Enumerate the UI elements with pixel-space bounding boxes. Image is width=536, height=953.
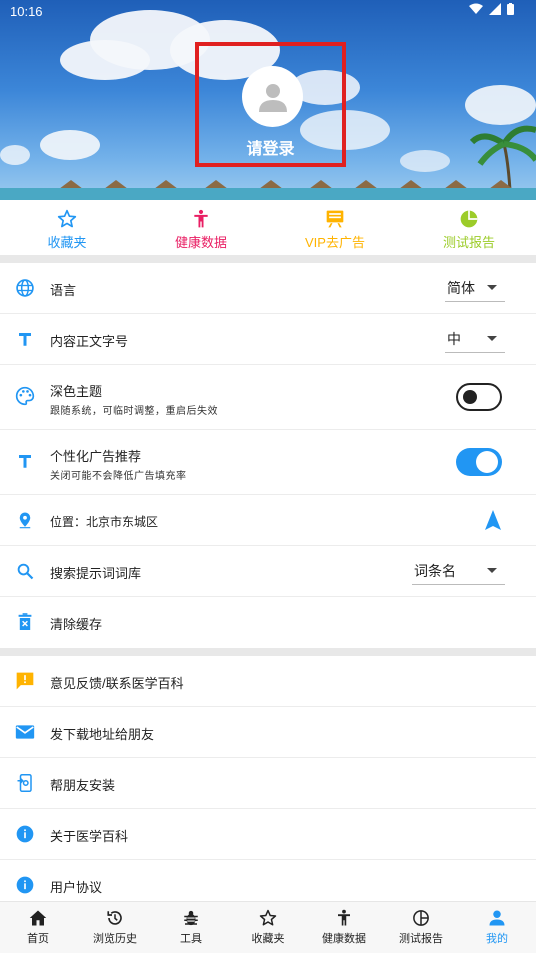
- account-icon: [489, 910, 505, 926]
- quick-vip-no-ads[interactable]: VIP去广告: [268, 208, 402, 251]
- nav-favorites-label: 收藏夹: [251, 933, 285, 945]
- pie-chart-icon: [460, 210, 478, 228]
- quick-health-label: 健康数据: [174, 235, 227, 250]
- setting-font-size: 内容正文字号 中: [0, 314, 536, 365]
- bottom-navigation: 首页 浏览历史 工具 收藏夹 健康数据 测试报告 我的: [0, 901, 536, 953]
- user-agreement-label: 用户协议: [50, 880, 103, 895]
- toggle-knob: [476, 451, 498, 473]
- search-lexicon-value: 词条名: [414, 563, 456, 579]
- trash-icon: [18, 613, 32, 630]
- link-share-download[interactable]: 发下载地址给朋友: [0, 707, 536, 758]
- nav-home[interactable]: 首页: [0, 908, 76, 946]
- personal-ads-sub: 关闭可能不会降低广告填充率: [50, 471, 187, 482]
- quick-vip-label: VIP去广告: [305, 235, 365, 250]
- search-lexicon-select[interactable]: 词条名: [412, 557, 505, 585]
- setting-clear-cache[interactable]: 清除缓存: [0, 597, 536, 648]
- avatar[interactable]: [242, 66, 303, 127]
- ad-board-icon: [326, 210, 344, 228]
- wifi-icon: [469, 3, 483, 14]
- about-label: 关于医学百科: [50, 829, 129, 844]
- chevron-down-icon: [487, 285, 497, 290]
- nav-health-data[interactable]: 健康数据: [306, 908, 382, 946]
- nav-health-label: 健康数据: [322, 933, 366, 945]
- personal-ads-label: 个性化广告推荐: [50, 449, 142, 464]
- search-lexicon-label: 搜索提示词词库: [50, 566, 142, 581]
- status-time: 10:16: [10, 4, 43, 19]
- nav-home-label: 首页: [27, 933, 49, 945]
- setting-location[interactable]: 位置：北京市东城区: [0, 495, 536, 546]
- person-icon: [338, 909, 350, 926]
- star-outline-icon: [57, 209, 77, 228]
- personal-ads-toggle[interactable]: [456, 448, 502, 476]
- location-pin-icon: [19, 512, 31, 529]
- chevron-down-icon: [487, 568, 497, 573]
- quick-favorites-label: 收藏夹: [47, 235, 87, 250]
- battery-icon: [507, 3, 514, 15]
- mail-icon: [15, 725, 35, 739]
- setting-personal-ads: 个性化广告推荐 关闭可能不会降低广告填充率: [0, 430, 536, 495]
- section-divider: [0, 648, 536, 656]
- quick-actions-bar: 收藏夹 健康数据 VIP去广告 测试报告: [0, 200, 536, 256]
- location-label: 位置：北京市东城区: [50, 515, 159, 529]
- language-select[interactable]: 简体: [445, 274, 505, 302]
- chart-circle-icon: [413, 910, 429, 926]
- history-icon: [107, 911, 122, 925]
- quick-health-data[interactable]: 健康数据: [134, 208, 268, 251]
- search-icon: [17, 563, 34, 580]
- login-button[interactable]: 请登录: [195, 135, 346, 159]
- font-size-value: 中: [447, 331, 461, 347]
- quick-favorites[interactable]: 收藏夹: [0, 208, 134, 251]
- person-icon: [194, 209, 208, 228]
- setting-language: 语言 简体: [0, 263, 536, 314]
- font-size-label: 内容正文字号: [50, 334, 129, 349]
- quick-test-label: 测试报告: [442, 235, 495, 250]
- info-icon: [16, 825, 34, 843]
- globe-icon: [16, 279, 34, 297]
- feedback-label: 意见反馈/联系医学百科: [50, 676, 184, 691]
- nav-history-label: 浏览历史: [93, 933, 137, 945]
- quick-test-report[interactable]: 测试报告: [402, 208, 536, 251]
- share-download-label: 发下载地址给朋友: [50, 727, 155, 742]
- nav-tools-label: 工具: [180, 933, 202, 945]
- nav-tools[interactable]: 工具: [153, 908, 229, 946]
- nav-mine-label: 我的: [486, 933, 508, 945]
- font-size-select[interactable]: 中: [445, 325, 505, 353]
- signal-icon: [489, 3, 501, 15]
- palette-icon: [15, 386, 35, 406]
- link-feedback[interactable]: 意见反馈/联系医学百科: [0, 656, 536, 707]
- dark-theme-label: 深色主题: [50, 384, 103, 399]
- language-label: 语言: [50, 283, 77, 298]
- toggle-knob: [463, 390, 477, 404]
- default-avatar-icon: [258, 83, 287, 112]
- setting-search-lexicon: 搜索提示词词库 词条名: [0, 546, 536, 597]
- nav-history[interactable]: 浏览历史: [77, 908, 153, 946]
- phone-sync-icon: [17, 774, 32, 792]
- chevron-down-icon: [487, 336, 497, 341]
- nav-favorites[interactable]: 收藏夹: [230, 908, 306, 946]
- clear-cache-label: 清除缓存: [50, 617, 103, 632]
- link-user-agreement[interactable]: 用户协议: [0, 860, 536, 901]
- nav-mine[interactable]: 我的: [459, 908, 535, 946]
- feedback-icon: [16, 672, 34, 690]
- help-install-label: 帮朋友安装: [50, 778, 116, 793]
- bug-icon: [184, 910, 198, 926]
- dark-theme-sub: 跟随系统，可临时调整，重启后失效: [50, 406, 218, 417]
- dark-theme-toggle[interactable]: [456, 383, 502, 411]
- language-value: 简体: [447, 280, 475, 296]
- status-bar: 10:16: [0, 0, 536, 24]
- link-help-install[interactable]: 帮朋友安装: [0, 758, 536, 809]
- text-size-icon: [19, 333, 31, 346]
- navigation-arrow-icon[interactable]: [485, 510, 501, 530]
- home-icon: [29, 910, 47, 926]
- info-icon: [16, 876, 34, 894]
- nav-test-label: 测试报告: [399, 933, 443, 945]
- nav-test-report[interactable]: 测试报告: [383, 908, 459, 946]
- link-about[interactable]: 关于医学百科: [0, 809, 536, 860]
- setting-dark-theme: 深色主题 跟随系统，可临时调整，重启后失效: [0, 365, 536, 430]
- text-icon: [19, 455, 31, 468]
- star-outline-icon: [259, 909, 277, 926]
- section-divider: [0, 255, 536, 263]
